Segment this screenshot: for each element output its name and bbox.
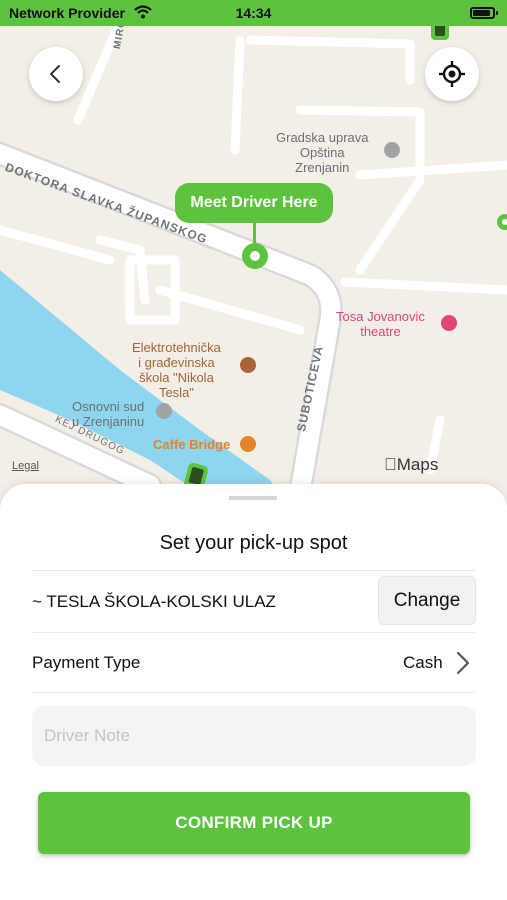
pickup-sheet: Set your pick-up spot ~ TESLA ŠKOLA-KOLS… — [0, 484, 507, 900]
place-label-skola: Elektrotehnička i građevinska škola "Nik… — [132, 340, 221, 400]
court-icon — [156, 403, 172, 419]
sheet-grabber[interactable] — [229, 496, 277, 500]
payment-type-label: Payment Type — [32, 653, 141, 672]
place-label-gradska: Gradska uprava Opština Zrenjanin — [276, 130, 369, 175]
pickup-spot-name: ~ TESLA ŠKOLA-KOLSKI ULAZ — [32, 592, 276, 611]
chevron-right-icon — [456, 651, 470, 675]
crosshair-icon — [439, 61, 465, 87]
meet-driver-label: Meet Driver Here — [175, 183, 333, 223]
apple-logo-icon:  — [384, 455, 397, 474]
back-button[interactable] — [29, 47, 83, 101]
change-spot-button[interactable]: Change — [378, 576, 476, 625]
government-icon — [384, 142, 400, 158]
locate-me-button[interactable] — [425, 47, 479, 101]
payment-type-value: Cash — [403, 653, 443, 672]
school-icon — [240, 357, 256, 373]
chevron-left-icon — [50, 65, 60, 83]
status-bar: Network Provider 14:34 — [0, 0, 507, 26]
confirm-pickup-button[interactable]: CONFIRM PICK UP — [38, 792, 470, 854]
sheet-title: Set your pick-up spot — [159, 532, 348, 554]
driver-note-input[interactable] — [32, 706, 476, 766]
legal-link[interactable]: Legal — [12, 460, 39, 472]
place-label-caffe: Caffe Bridge — [153, 437, 231, 452]
divider — [32, 692, 475, 693]
theatre-icon — [441, 315, 457, 331]
pickup-pin-stem — [253, 223, 256, 243]
battery-icon — [470, 7, 498, 19]
apple-maps-logo: Maps — [384, 455, 438, 474]
place-label-tosa: Tosa Jovanovic theatre — [336, 309, 425, 339]
divider — [32, 570, 475, 571]
divider — [32, 632, 475, 633]
cafe-icon — [240, 436, 256, 452]
place-label-sud: Osnovni sud u Zrenjaninu — [72, 399, 145, 429]
clock: 14:34 — [235, 5, 272, 21]
pickup-pin[interactable] — [242, 243, 268, 269]
